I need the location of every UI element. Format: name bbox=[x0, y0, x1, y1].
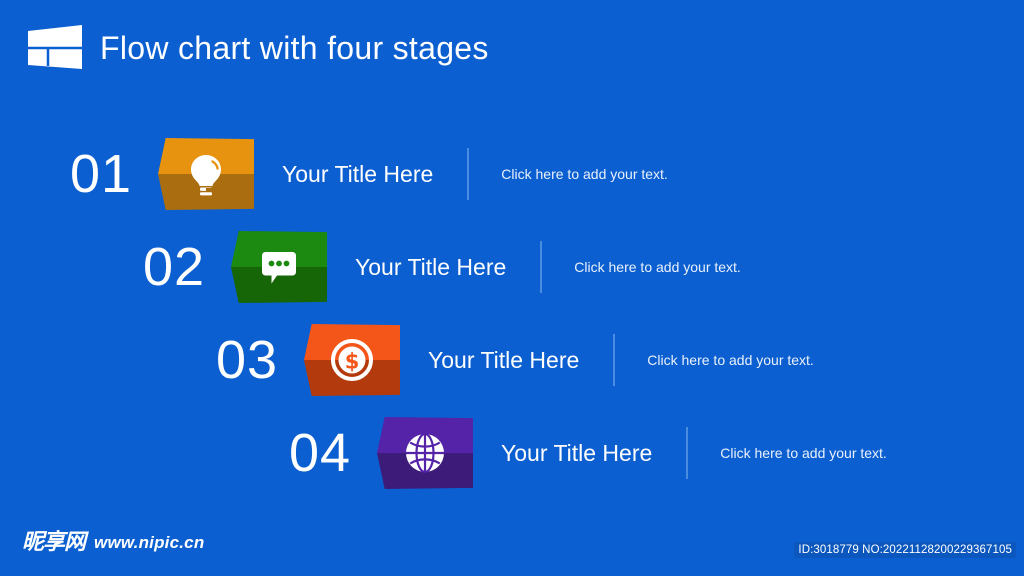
brand-url-text[interactable]: www.nipic.cn bbox=[94, 533, 204, 553]
stage-divider bbox=[613, 334, 616, 386]
svg-text:$: $ bbox=[345, 350, 360, 374]
page-title: Flow chart with four stages bbox=[100, 30, 489, 66]
stage-number: 01 bbox=[70, 144, 133, 204]
stage-badge-2[interactable] bbox=[231, 231, 327, 303]
stage-row-4[interactable]: 04 Your Title Here Click here to add you… bbox=[289, 407, 887, 499]
lightbulb-icon bbox=[158, 138, 254, 210]
stage-title: Your Title Here bbox=[282, 160, 434, 187]
stage-body-text[interactable]: Click here to add your text. bbox=[574, 259, 741, 275]
stage-divider bbox=[686, 427, 689, 479]
stage-number: 04 bbox=[289, 423, 352, 483]
stage-body-text[interactable]: Click here to add your text. bbox=[720, 445, 887, 461]
stage-body-text[interactable]: Click here to add your text. bbox=[501, 166, 668, 182]
dollar-coin-icon: $ bbox=[304, 324, 400, 396]
globe-icon bbox=[377, 417, 473, 489]
stage-row-2[interactable]: 02 Your Title Here Click here to add you… bbox=[143, 221, 741, 313]
stage-title: Your Title Here bbox=[355, 253, 507, 280]
brand-watermark[interactable]: 昵享网 www.nipic.cn bbox=[22, 532, 204, 554]
stage-number: 03 bbox=[216, 330, 279, 390]
stage-body-text[interactable]: Click here to add your text. bbox=[647, 352, 814, 368]
stage-divider bbox=[540, 241, 543, 293]
stage-badge-1[interactable] bbox=[158, 138, 254, 210]
slide-footer: 昵享网 www.nipic.cn ID:3018779 NO:202211282… bbox=[0, 520, 1024, 576]
slide-header: Flow chart with four stages bbox=[0, 0, 1024, 100]
stage-row-1[interactable]: 01 Your Title Here Click here to add you… bbox=[70, 128, 668, 220]
stage-badge-4[interactable] bbox=[377, 417, 473, 489]
stage-title: Your Title Here bbox=[428, 346, 580, 373]
stage-badge-3[interactable]: $ bbox=[304, 324, 400, 396]
windows-logo-icon bbox=[26, 25, 84, 71]
stage-number: 02 bbox=[143, 237, 206, 297]
chat-bubble-icon bbox=[231, 231, 327, 303]
stage-divider bbox=[467, 148, 470, 200]
stage-title: Your Title Here bbox=[501, 439, 653, 466]
brand-logo-text: 昵享网 bbox=[22, 530, 86, 555]
slide-canvas: Flow chart with four stages 01 Your Titl… bbox=[0, 0, 1024, 576]
asset-id-label: ID:3018779 NO:20221128200229367105 bbox=[794, 542, 1016, 558]
stage-row-3[interactable]: 03 $ Your Title Here Click here to add y… bbox=[216, 314, 814, 406]
